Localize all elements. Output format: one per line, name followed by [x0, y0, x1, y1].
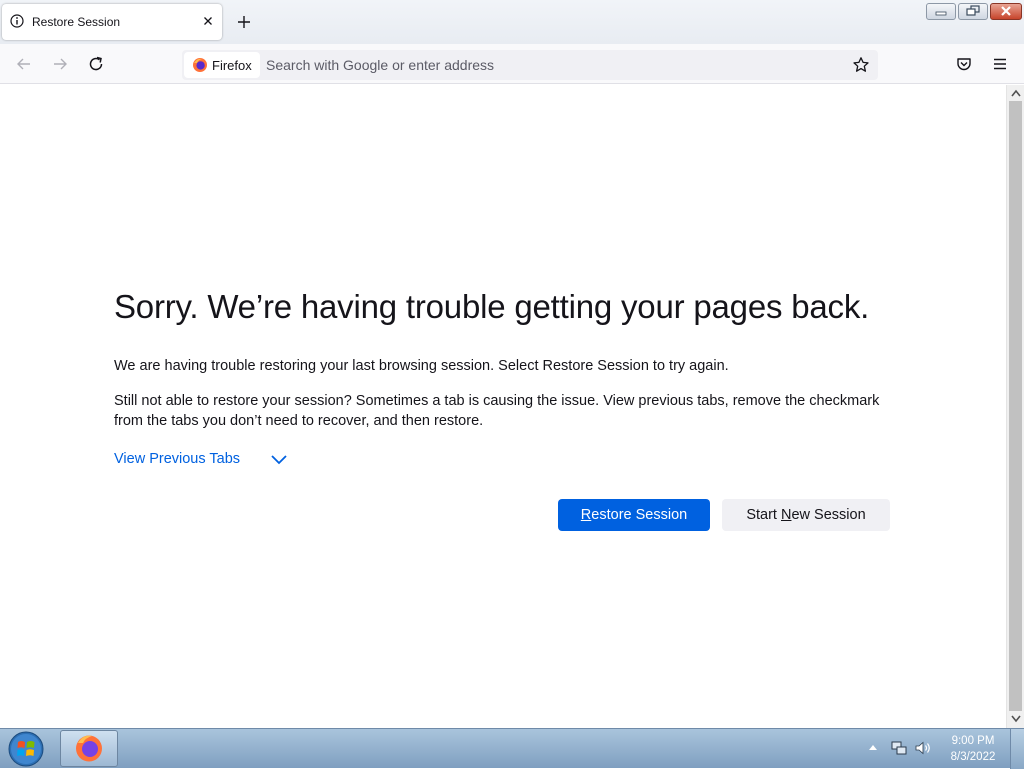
restore-session-button[interactable]: Restore Session	[558, 499, 710, 531]
url-bar[interactable]: Firefox	[182, 50, 878, 80]
new-session-label-after: ew Session	[791, 507, 866, 523]
taskbar-firefox-button[interactable]	[60, 730, 118, 767]
show-desktop-button[interactable]	[1010, 729, 1024, 769]
taskbar: 9:00 PM 8/3/2022	[0, 728, 1024, 769]
minimize-button[interactable]	[926, 3, 956, 20]
volume-speaker-icon[interactable]	[914, 739, 932, 757]
page-title: Sorry. We’re having trouble getting your…	[114, 288, 870, 325]
scroll-down-arrow-icon[interactable]	[1011, 715, 1021, 723]
identity-label: Firefox	[212, 58, 252, 73]
firefox-logo-icon	[193, 58, 207, 72]
show-hidden-icons-arrow-icon[interactable]	[868, 743, 878, 751]
identity-box[interactable]: Firefox	[184, 52, 260, 78]
hamburger-menu-icon[interactable]	[990, 54, 1010, 74]
close-window-button[interactable]	[990, 3, 1022, 20]
restore-window-icon	[966, 5, 980, 16]
new-session-accesskey: N	[781, 507, 792, 523]
restore-accesskey: R	[580, 507, 592, 523]
scrollbar-thumb[interactable]	[1009, 101, 1022, 711]
view-previous-tabs-link[interactable]: View Previous Tabs	[114, 451, 240, 467]
close-window-icon	[1001, 6, 1011, 16]
system-clock[interactable]: 9:00 PM 8/3/2022	[938, 733, 1008, 765]
forward-arrow-icon[interactable]	[50, 54, 70, 74]
info-icon	[10, 14, 24, 28]
new-tab-icon[interactable]	[234, 12, 254, 32]
clock-time: 9:00 PM	[951, 735, 995, 747]
description-paragraph: We are having trouble restoring your las…	[114, 358, 729, 374]
clock-date: 8/3/2022	[950, 751, 996, 763]
pocket-icon[interactable]	[954, 54, 974, 74]
restore-label-rest: estore Session	[591, 507, 688, 523]
vertical-scrollbar[interactable]	[1006, 85, 1024, 728]
bookmark-star-icon[interactable]	[852, 56, 870, 74]
chevron-down-icon[interactable]	[270, 453, 288, 467]
restore-window-button[interactable]	[958, 3, 988, 20]
scroll-up-arrow-icon[interactable]	[1011, 89, 1021, 97]
navigation-toolbar: Firefox	[0, 44, 1024, 84]
page-content: Sorry. We’re having trouble getting your…	[0, 85, 1006, 728]
minimize-icon	[935, 11, 947, 16]
close-tab-icon[interactable]	[200, 13, 216, 29]
tab-strip: Restore Session	[0, 0, 1024, 44]
help-paragraph: Still not able to restore your session? …	[114, 393, 880, 429]
start-button-icon[interactable]	[6, 730, 46, 768]
start-new-session-button[interactable]: Start New Session	[722, 499, 890, 531]
new-session-label-before: Start	[746, 507, 781, 523]
tab-restore-session[interactable]: Restore Session	[2, 4, 222, 40]
tab-title: Restore Session	[32, 15, 121, 29]
back-arrow-icon[interactable]	[14, 54, 34, 74]
reload-icon[interactable]	[86, 54, 106, 74]
firefox-taskbar-icon	[76, 735, 102, 762]
address-input[interactable]	[266, 52, 826, 78]
network-icon[interactable]	[890, 739, 908, 757]
